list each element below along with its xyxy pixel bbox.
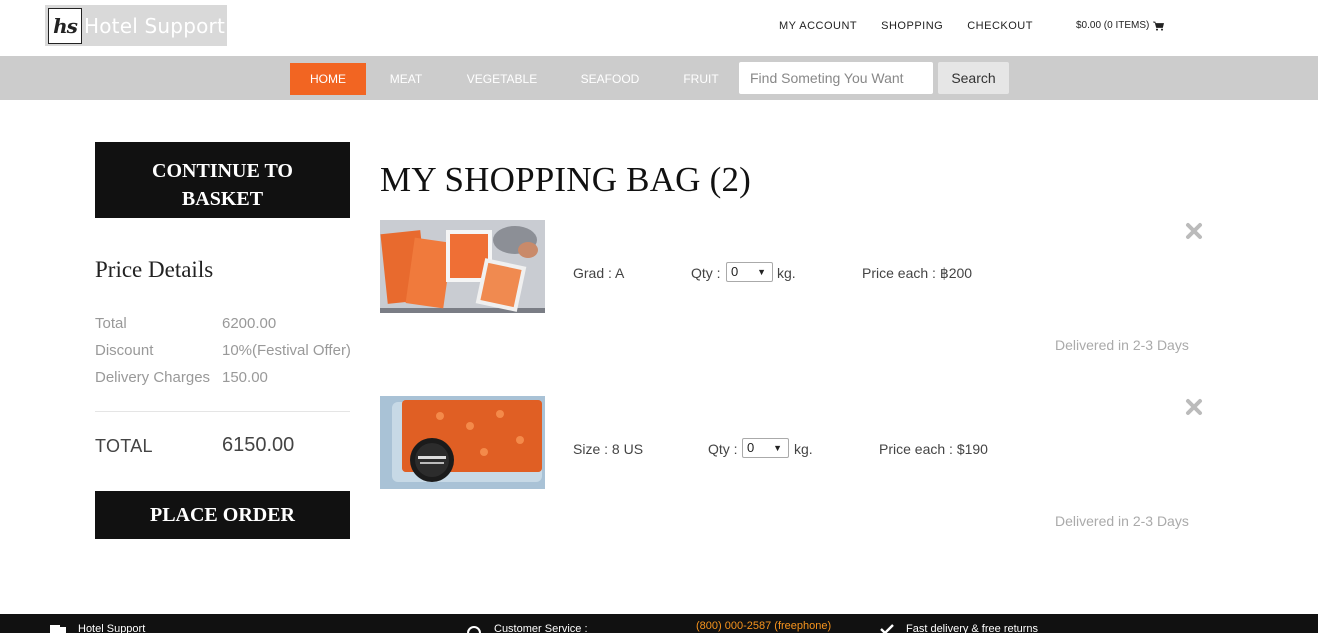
delivery-estimate: Delivered in 2-3 Days: [1055, 337, 1189, 353]
product-image-salmon[interactable]: [380, 220, 545, 313]
continue-to-basket-button[interactable]: CONTINUE TO BASKET: [95, 142, 350, 218]
site-header: hs Hotel Support MY ACCOUNT SHOPPING CHE…: [0, 0, 1318, 56]
chevron-down-icon: ▼: [757, 267, 766, 277]
truck-icon: [50, 625, 66, 633]
shopping-bag-title: MY SHOPPING BAG (2): [380, 160, 752, 199]
chevron-down-icon: ▼: [773, 443, 782, 453]
nav-vegetable[interactable]: VEGETABLE: [460, 63, 544, 95]
site-footer: Hotel Support Customer Service : (800) 0…: [0, 614, 1318, 633]
place-order-button[interactable]: PLACE ORDER: [95, 491, 350, 539]
check-icon: [880, 624, 894, 633]
checkout-link[interactable]: CHECKOUT: [967, 20, 1033, 32]
footer-delivery: Fast delivery & free returns: [880, 623, 1038, 633]
item-size: Size : 8 US: [573, 441, 644, 457]
price-label: Discount: [95, 342, 154, 359]
logo-mark: hs: [48, 7, 82, 44]
footer-brand: Hotel Support: [50, 623, 145, 633]
qty-select[interactable]: 0 ▼: [726, 262, 773, 282]
item-grade: Grad : A: [573, 265, 625, 281]
cart-icon: [1153, 21, 1165, 31]
delivery-estimate: Delivered in 2-3 Days: [1055, 513, 1189, 529]
qty-value: 0: [731, 264, 739, 279]
shopping-link[interactable]: SHOPPING: [881, 20, 943, 32]
qty-label: Qty :: [708, 441, 738, 457]
nav-seafood[interactable]: SEAFOOD: [573, 63, 647, 95]
nav-home[interactable]: HOME: [290, 63, 366, 95]
search-input[interactable]: [739, 62, 933, 94]
footer-delivery-text: Fast delivery & free returns: [906, 623, 1039, 633]
close-icon[interactable]: [1184, 397, 1204, 417]
nav-meat[interactable]: MEAT: [381, 63, 431, 95]
site-logo[interactable]: hs Hotel Support: [45, 5, 227, 46]
price-details-title: Price Details: [95, 257, 214, 282]
qty-unit: kg.: [777, 265, 796, 281]
qty-value: 0: [747, 440, 755, 455]
footer-service-text: Customer Service :: [494, 623, 588, 633]
close-icon[interactable]: [1184, 221, 1204, 241]
headset-icon: [467, 626, 481, 633]
price-value: 150.00: [222, 369, 268, 386]
my-account-link[interactable]: MY ACCOUNT: [779, 20, 857, 32]
grand-total-value: 6150.00: [222, 434, 295, 456]
price-label: Total: [95, 315, 127, 332]
item-price: Price each : $190: [879, 441, 988, 457]
qty-label: Qty :: [691, 265, 721, 281]
footer-brand-text: Hotel Support: [78, 623, 146, 633]
logo-text: Hotel Support: [84, 13, 225, 38]
cart-summary[interactable]: $0.00 (0 ITEMS): [1076, 20, 1165, 31]
continue-line-2: BASKET: [181, 188, 264, 210]
product-image-roe[interactable]: [380, 396, 545, 489]
top-links: MY ACCOUNT SHOPPING CHECKOUT: [779, 20, 1057, 32]
qty-select[interactable]: 0 ▼: [742, 438, 789, 458]
footer-phone[interactable]: (800) 000-2587 (freephone): [696, 620, 831, 632]
continue-line-1: CONTINUE TO: [152, 160, 293, 182]
grand-total-label: TOTAL: [95, 436, 153, 456]
footer-service: Customer Service :: [466, 623, 588, 633]
price-divider: [95, 411, 350, 412]
cart-total: $0.00 (0 ITEMS): [1076, 20, 1150, 31]
nav-fruit[interactable]: FRUIT: [676, 63, 726, 95]
search-button[interactable]: Search: [938, 62, 1009, 94]
price-label: Delivery Charges: [95, 369, 211, 386]
price-value: 10%(Festival Offer): [222, 342, 351, 359]
item-price: Price each : ฿200: [862, 265, 973, 281]
qty-unit: kg.: [794, 441, 813, 457]
price-value: 6200.00: [222, 315, 277, 332]
main-nav: HOME MEAT VEGETABLE SEAFOOD FRUIT Search: [0, 56, 1318, 100]
